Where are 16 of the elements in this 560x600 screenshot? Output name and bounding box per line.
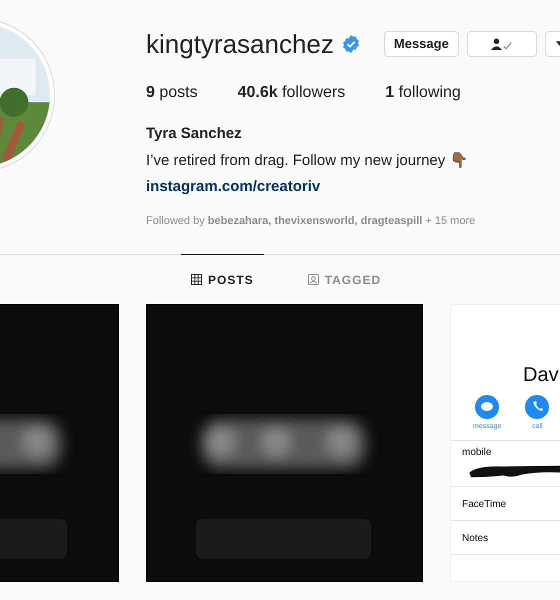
contact-field-label: FaceTime: [462, 498, 508, 512]
stat-count[interactable]: 40.6k followers: [238, 81, 346, 105]
person-check-icon: [490, 38, 513, 50]
profile-link[interactable]: instagram.com/creatoriv: [146, 176, 320, 198]
following-button[interactable]: [466, 31, 537, 57]
contact-field-label: Notes: [462, 532, 490, 546]
contact-name: Dav: [523, 365, 560, 385]
grid-icon: [191, 274, 202, 285]
message-button[interactable]: Message: [384, 31, 459, 57]
bio-text: I’ve retired from drag. Follow my new journey 👇🏾: [146, 150, 470, 170]
profile-name: Tyra Sanchez: [146, 124, 243, 144]
contact-field-label: mobile: [462, 446, 492, 460]
username: kingtyrasanchez: [146, 31, 334, 57]
tagged-person-icon: [308, 274, 319, 285]
stat-count[interactable]: 9 posts: [146, 81, 198, 105]
stat-count[interactable]: 1 following: [385, 81, 461, 105]
